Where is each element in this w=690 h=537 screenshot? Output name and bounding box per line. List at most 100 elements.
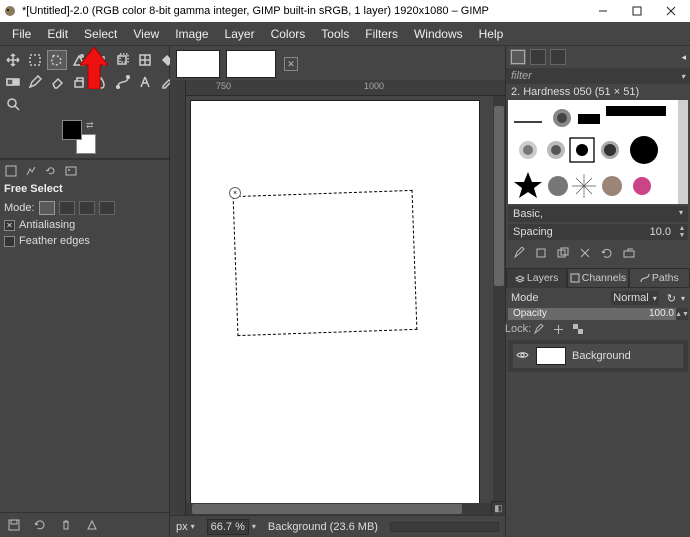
brushes-tab-icon[interactable] xyxy=(510,49,526,65)
horizontal-scrollbar[interactable] xyxy=(186,503,505,515)
window-close-button[interactable] xyxy=(654,0,688,22)
image-tabs: ✕ xyxy=(170,46,505,80)
duplicate-brush-icon[interactable] xyxy=(555,245,571,261)
tool-options-tab-icon[interactable] xyxy=(4,164,18,178)
tool-free-select[interactable] xyxy=(47,50,67,70)
tool-path[interactable] xyxy=(113,72,133,92)
lock-position-icon[interactable] xyxy=(551,322,565,336)
tool-rotate[interactable] xyxy=(113,50,133,70)
menu-help[interactable]: Help xyxy=(471,24,512,44)
right-dock: ◂ filter ▾ 2. Hardness 050 (51 × 51) xyxy=(505,46,690,537)
zoom-field[interactable]: 66.7 % xyxy=(207,519,249,535)
tool-pencil[interactable] xyxy=(25,72,45,92)
feather-checkbox[interactable] xyxy=(4,236,15,247)
tool-warp[interactable] xyxy=(135,50,155,70)
opacity-slider[interactable]: Opacity 100.0 ▲▼ xyxy=(508,308,688,320)
fg-color-swatch[interactable] xyxy=(62,120,82,140)
layer-thumbnail[interactable] xyxy=(536,347,566,365)
mode-subtract-button[interactable] xyxy=(79,201,95,215)
ruler-corner xyxy=(170,80,186,96)
blend-mode-selector[interactable]: Normal▾ xyxy=(611,291,658,305)
image-tab-2[interactable] xyxy=(226,50,276,78)
menu-view[interactable]: View xyxy=(125,24,167,44)
window-maximize-button[interactable] xyxy=(620,0,654,22)
tool-clone[interactable] xyxy=(69,72,89,92)
canvas[interactable]: ✶ xyxy=(190,100,480,505)
brush-grid-scrollbar[interactable] xyxy=(678,100,688,204)
menu-layer[interactable]: Layer xyxy=(217,24,263,44)
menu-image[interactable]: Image xyxy=(167,24,216,44)
tool-options-title: Free Select xyxy=(0,180,169,199)
tool-zoom[interactable] xyxy=(3,94,23,114)
tool-smudge[interactable] xyxy=(91,72,111,92)
menu-edit[interactable]: Edit xyxy=(39,24,76,44)
spacing-value[interactable]: 10.0 xyxy=(645,224,676,240)
delete-preset-icon[interactable] xyxy=(58,517,74,533)
images-tab-icon[interactable] xyxy=(64,164,78,178)
menu-tools[interactable]: Tools xyxy=(313,24,357,44)
dock-menu-icon[interactable]: ◂ xyxy=(681,52,686,63)
refresh-brush-icon[interactable] xyxy=(599,245,615,261)
unit-selector[interactable]: px▾ xyxy=(170,521,201,533)
brush-filter-field[interactable]: filter xyxy=(511,70,532,82)
menu-filters[interactable]: Filters xyxy=(357,24,406,44)
layer-item[interactable]: Background xyxy=(513,344,683,368)
antialias-label: Antialiasing xyxy=(19,219,75,231)
tab-channels[interactable]: Channels xyxy=(567,268,628,288)
image-tab-1[interactable] xyxy=(176,50,220,78)
tool-options-tabrow xyxy=(0,162,169,180)
tab-layers[interactable]: Layers xyxy=(506,268,567,288)
layers-list: Background xyxy=(508,340,688,372)
canvas-viewport[interactable]: ✶ ◧ xyxy=(186,96,505,515)
close-tab-button[interactable]: ✕ xyxy=(284,57,298,71)
brush-preset-selector[interactable]: Basic,▾ xyxy=(508,206,688,222)
menu-colors[interactable]: Colors xyxy=(263,24,314,44)
tool-fuzzy-select[interactable] xyxy=(69,50,89,70)
brush-grid[interactable] xyxy=(508,100,688,204)
antialias-checkbox[interactable]: ✕ xyxy=(4,220,15,231)
swap-colors-icon[interactable]: ⇄ xyxy=(86,120,96,130)
vertical-scrollbar[interactable] xyxy=(493,96,505,515)
menu-file[interactable]: File xyxy=(4,24,39,44)
spacing-spinner[interactable]: ▲▼ xyxy=(676,225,688,239)
navigation-icon[interactable]: ◧ xyxy=(491,501,505,515)
restore-preset-icon[interactable] xyxy=(32,517,48,533)
menu-select[interactable]: Select xyxy=(76,24,125,44)
lock-alpha-icon[interactable] xyxy=(571,322,585,336)
open-as-image-icon[interactable] xyxy=(621,245,637,261)
mode-intersect-button[interactable] xyxy=(99,201,115,215)
chevron-down-icon[interactable]: ▾ xyxy=(681,72,685,81)
vertical-ruler[interactable] xyxy=(170,96,186,515)
tab-paths[interactable]: Paths xyxy=(629,268,690,288)
tool-crop[interactable] xyxy=(91,50,111,70)
reset-preset-icon[interactable] xyxy=(84,517,100,533)
device-status-tab-icon[interactable] xyxy=(24,164,38,178)
edit-brush-icon[interactable] xyxy=(511,245,527,261)
tool-move[interactable] xyxy=(3,50,23,70)
selection-start-handle[interactable]: ✶ xyxy=(229,187,241,199)
mode-label: Mode: xyxy=(4,202,35,214)
tool-eraser[interactable] xyxy=(47,72,67,92)
mode-add-button[interactable] xyxy=(59,201,75,215)
reset-colors-icon[interactable] xyxy=(62,144,72,154)
window-minimize-button[interactable] xyxy=(586,0,620,22)
fonts-tab-icon[interactable] xyxy=(550,49,566,65)
new-brush-icon[interactable] xyxy=(533,245,549,261)
lock-pixels-icon[interactable] xyxy=(531,322,545,336)
patterns-tab-icon[interactable] xyxy=(530,49,546,65)
status-bar: px▾ 66.7 %▾ Background (23.6 MB) xyxy=(170,515,505,537)
save-preset-icon[interactable] xyxy=(6,517,22,533)
menu-windows[interactable]: Windows xyxy=(406,24,471,44)
visibility-toggle-icon[interactable] xyxy=(516,350,530,363)
mode-replace-button[interactable] xyxy=(39,201,55,215)
tool-gradient[interactable] xyxy=(3,72,23,92)
delete-brush-icon[interactable] xyxy=(577,245,593,261)
tool-rect-select[interactable] xyxy=(25,50,45,70)
tool-text[interactable] xyxy=(135,72,155,92)
horizontal-ruler[interactable]: 750 1000 xyxy=(186,80,505,96)
mode-switch-icon[interactable]: ↻ xyxy=(667,292,676,305)
layer-name[interactable]: Background xyxy=(572,350,631,362)
fg-bg-color[interactable]: ⇄ xyxy=(62,120,102,154)
layers-panel-tabs: Layers Channels Paths xyxy=(506,268,690,288)
undo-history-tab-icon[interactable] xyxy=(44,164,58,178)
